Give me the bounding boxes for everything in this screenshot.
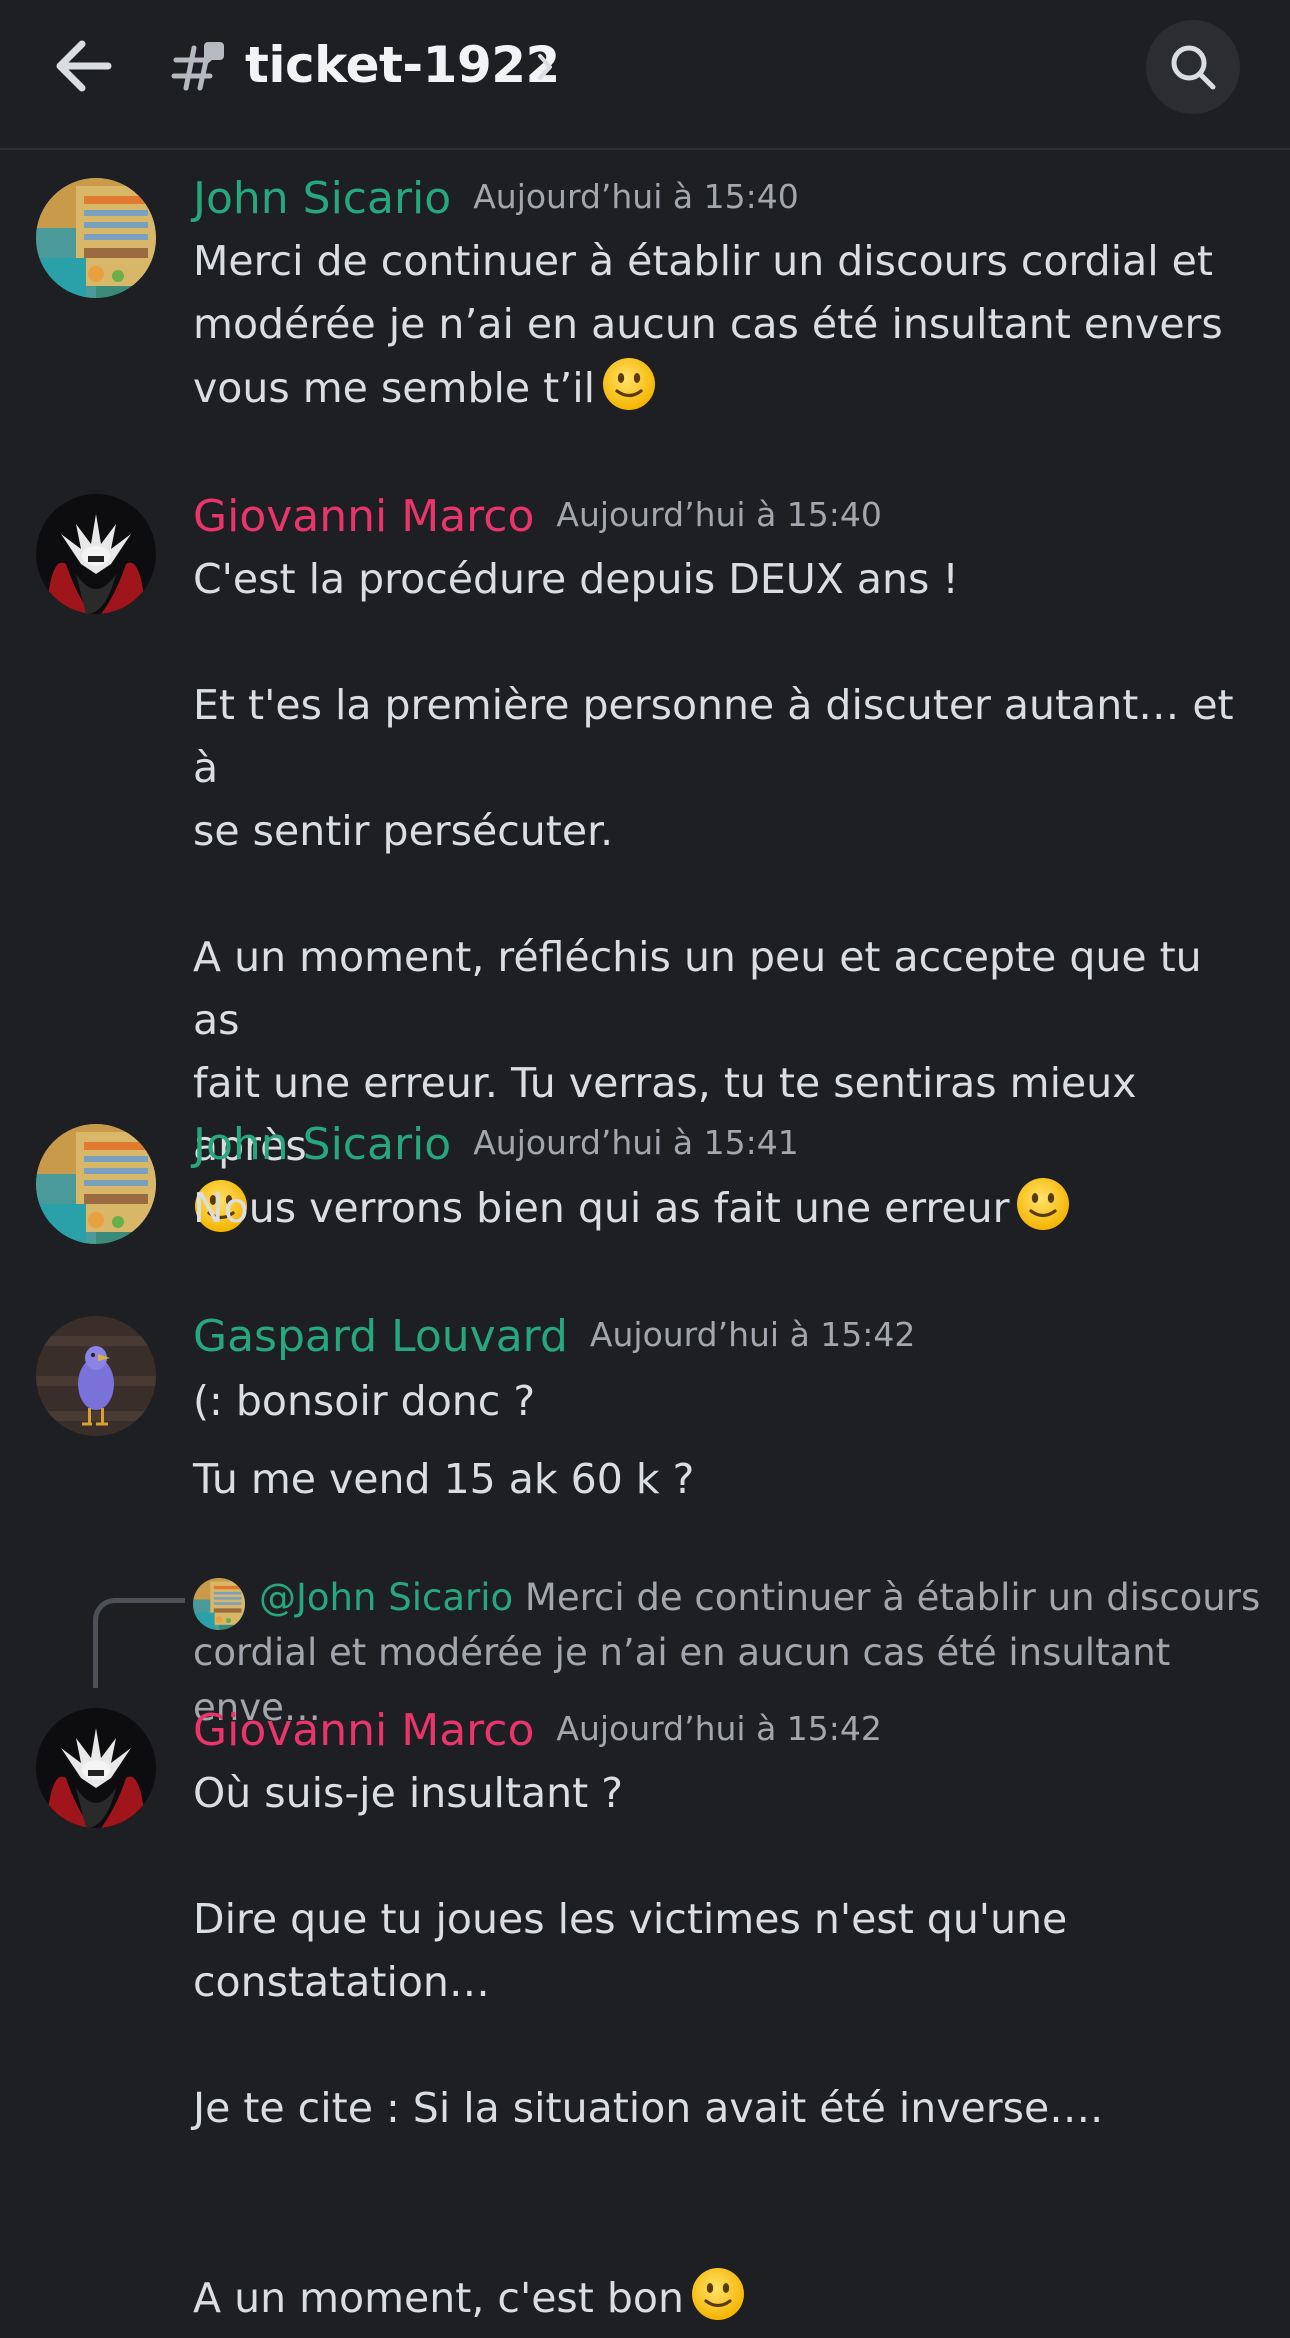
author-name[interactable]: John Sicario xyxy=(193,173,451,224)
message-content: (: bonsoir donc ? xyxy=(193,1370,1253,1433)
message-line: Tu me vend 15 ak 60 k ? xyxy=(193,1455,695,1503)
message-line: Où suis-je insultant ? xyxy=(193,1769,623,1817)
timestamp: Aujourd’hui à 15:42 xyxy=(556,1709,882,1748)
avatar[interactable] xyxy=(36,1316,156,1436)
channel-header: ticket-1922 xyxy=(0,0,1290,150)
avatar[interactable] xyxy=(36,1124,156,1244)
back-button[interactable] xyxy=(52,36,116,96)
slightly-smiling-face-icon xyxy=(1015,1176,1071,1232)
avatar[interactable] xyxy=(36,1708,156,1828)
message-line: Merci de continuer à établir un discours… xyxy=(193,237,1213,285)
author-name[interactable]: Giovanni Marco xyxy=(193,1705,534,1756)
message-line: vous me semble t’il xyxy=(193,364,596,412)
message-line: Je te cite : Si la situation avait été i… xyxy=(193,2084,1104,2132)
message-line: A un moment, réfléchis un peu et accepte… xyxy=(193,933,1202,1044)
search-button[interactable] xyxy=(1146,20,1240,114)
reply-connector xyxy=(93,1598,185,1688)
message-line: Nous verrons bien qui as fait une erreur xyxy=(193,1184,1010,1232)
arrow-left-icon xyxy=(56,40,112,92)
message-content: Merci de continuer à établir un discours… xyxy=(193,230,1253,420)
avatar[interactable] xyxy=(36,178,156,298)
author-name[interactable]: John Sicario xyxy=(193,1119,451,1170)
message-line: modérée je n’ai en aucun cas été insulta… xyxy=(193,300,1223,348)
thread-hash-icon xyxy=(170,38,226,94)
slightly-smiling-face-icon xyxy=(601,356,657,412)
avatar[interactable] xyxy=(36,494,156,614)
message-line: (: bonsoir donc ? xyxy=(193,1377,536,1425)
message-line: Dire que tu joues les victimes n'est qu'… xyxy=(193,1895,1068,1943)
channel-name[interactable]: ticket-1922 xyxy=(245,30,560,100)
author-name[interactable]: Gaspard Louvard xyxy=(193,1311,568,1362)
search-icon xyxy=(1171,45,1216,90)
message-content: Où suis-je insultant ? Dire que tu joues… xyxy=(193,1762,1253,2330)
message-line: A un moment, c'est bon xyxy=(193,2274,684,2322)
timestamp: Aujourd’hui à 15:40 xyxy=(556,495,882,534)
reply-mention[interactable]: @John Sicario xyxy=(259,1576,513,1619)
message-line: C'est la procédure depuis DEUX ans ! xyxy=(193,555,959,603)
timestamp: Aujourd’hui à 15:42 xyxy=(589,1315,916,1354)
timestamp: Aujourd’hui à 15:40 xyxy=(473,177,799,216)
message-content: Nous verrons bien qui as fait une erreur xyxy=(193,1176,1253,1240)
message-content: Tu me vend 15 ak 60 k ? xyxy=(193,1448,1253,1511)
timestamp: Aujourd’hui à 15:41 xyxy=(473,1123,799,1162)
message-line: se sentir persécuter. xyxy=(193,807,614,855)
author-name[interactable]: Giovanni Marco xyxy=(193,491,534,542)
message-line: Et t'es la première personne à discuter … xyxy=(193,681,1234,792)
slightly-smiling-face-icon xyxy=(690,2266,746,2322)
chevron-right-icon[interactable] xyxy=(535,50,557,84)
message-line: constatation… xyxy=(193,1958,490,2006)
